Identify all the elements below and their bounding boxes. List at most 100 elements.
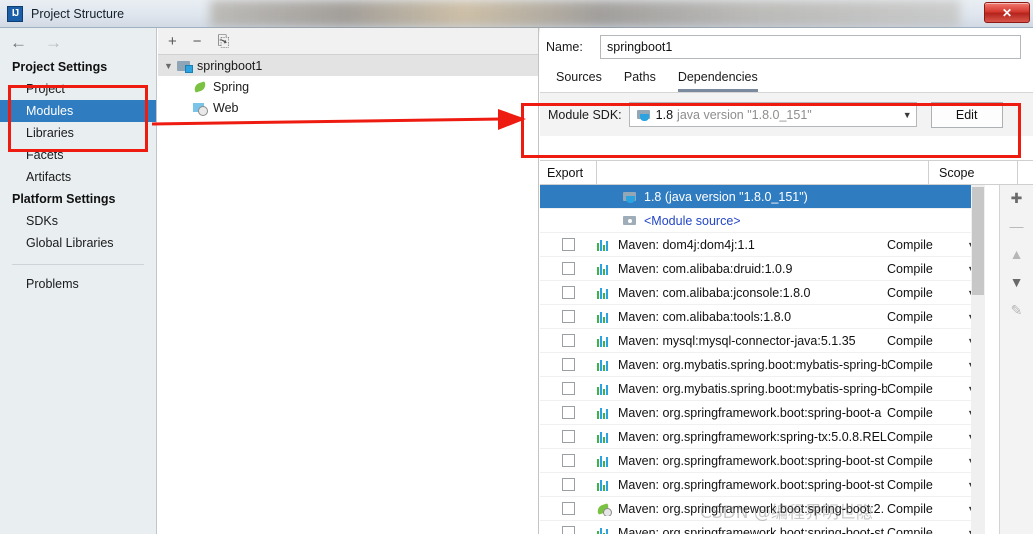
export-checkbox-cell[interactable] xyxy=(540,526,597,534)
export-checkbox-cell[interactable] xyxy=(540,430,597,443)
table-row[interactable]: Maven: com.alibaba:tools:1.8.0Compile▼ xyxy=(540,305,985,329)
tree-row-web-facet[interactable]: Web xyxy=(158,97,538,118)
row-label: Maven: dom4j:dom4j:1.1 xyxy=(618,237,755,252)
table-row[interactable]: Maven: com.alibaba:druid:1.0.9Compile▼ xyxy=(540,257,985,281)
export-checkbox[interactable] xyxy=(562,478,575,491)
sidebar-item-libraries[interactable]: Libraries xyxy=(0,122,156,144)
row-scope-label: Compile xyxy=(887,501,933,516)
remove-module-icon[interactable]: − xyxy=(193,34,202,49)
table-row[interactable]: Maven: org.springframework:spring-tx:5.0… xyxy=(540,425,985,449)
sidebar-group-platform-settings: Platform Settings xyxy=(12,192,116,206)
export-checkbox-cell[interactable] xyxy=(540,310,597,323)
move-up-button[interactable]: ▲ xyxy=(1010,247,1024,261)
edit-dependency-button[interactable]: ✎ xyxy=(1011,303,1023,317)
export-checkbox[interactable] xyxy=(562,526,575,534)
chevron-down-icon[interactable]: ▼ xyxy=(903,110,912,120)
close-icon[interactable]: ✕ xyxy=(984,2,1030,23)
row-name-cell: Maven: org.springframework.boot:spring-b… xyxy=(597,454,887,468)
dependencies-table-body[interactable]: 1.8 (java version "1.8.0_151") <Module so… xyxy=(540,185,985,534)
header-filler xyxy=(1017,161,1033,184)
sidebar-item-facets[interactable]: Facets xyxy=(0,144,156,166)
column-header-name xyxy=(597,161,929,184)
row-scope-label: Compile xyxy=(887,237,933,252)
chevron-down-icon[interactable]: ▼ xyxy=(164,61,177,71)
sidebar-item-project[interactable]: Project xyxy=(0,78,156,100)
tab-sources[interactable]: Sources xyxy=(556,70,602,92)
row-label: Maven: com.alibaba:jconsole:1.8.0 xyxy=(618,285,811,300)
jar-icon xyxy=(597,455,612,467)
export-checkbox[interactable] xyxy=(562,262,575,275)
module-name-label: Name: xyxy=(546,40,583,54)
jar-icon xyxy=(597,407,612,419)
add-dependency-button[interactable]: ✚ xyxy=(1011,191,1023,205)
row-name-cell: Maven: org.springframework.boot:spring-b… xyxy=(597,526,887,534)
export-checkbox[interactable] xyxy=(562,382,575,395)
row-label: Maven: org.mybatis.spring.boot:mybatis-s… xyxy=(618,381,887,396)
export-checkbox-cell[interactable] xyxy=(540,358,597,371)
table-row[interactable]: Maven: com.alibaba:jconsole:1.8.0 Compile… xyxy=(540,281,985,305)
export-checkbox[interactable] xyxy=(562,286,575,299)
export-checkbox-cell[interactable] xyxy=(540,406,597,419)
export-checkbox[interactable] xyxy=(562,334,575,347)
export-checkbox-cell[interactable] xyxy=(540,502,597,515)
row-label: Maven: mysql:mysql-connector-java:5.1.35 xyxy=(618,333,856,348)
sidebar-item-modules[interactable]: Modules xyxy=(0,100,156,122)
copy-module-icon[interactable]: ⎘ xyxy=(218,34,230,49)
edit-sdk-button[interactable]: Edit xyxy=(930,101,1003,128)
table-row[interactable]: Maven: dom4j:dom4j:1.1Compile▼ xyxy=(540,233,985,257)
table-row[interactable]: Maven: org.mybatis.spring.boot:mybatis-s… xyxy=(540,377,985,401)
scrollbar-thumb[interactable] xyxy=(972,187,984,295)
forward-arrow-icon[interactable]: → xyxy=(45,34,62,51)
export-checkbox[interactable] xyxy=(562,430,575,443)
export-checkbox[interactable] xyxy=(562,502,575,515)
row-name-cell: Maven: com.alibaba:tools:1.8.0 xyxy=(597,310,887,324)
module-name-row: Name: springboot1 xyxy=(540,28,1033,66)
row-label: Maven: org.springframework:spring-tx:5.0… xyxy=(618,429,887,444)
tree-row-springboot1[interactable]: ▼ springboot1 xyxy=(158,55,538,76)
table-row[interactable]: Maven: org.springframework.boot:spring-b… xyxy=(540,449,985,473)
row-scope-label: Compile xyxy=(887,525,933,534)
sidebar-item-problems[interactable]: Problems xyxy=(0,273,156,295)
export-checkbox[interactable] xyxy=(562,238,575,251)
add-module-icon[interactable]: + xyxy=(168,34,177,49)
export-checkbox-cell[interactable] xyxy=(540,286,597,299)
move-down-button[interactable]: ▼ xyxy=(1010,275,1024,289)
export-checkbox[interactable] xyxy=(562,358,575,371)
export-checkbox-cell[interactable] xyxy=(540,238,597,251)
module-name-input[interactable]: springboot1 xyxy=(600,35,1021,59)
table-row[interactable]: 1.8 (java version "1.8.0_151") xyxy=(540,185,985,209)
tab-dependencies[interactable]: Dependencies xyxy=(677,70,758,92)
export-checkbox-cell[interactable] xyxy=(540,334,597,347)
table-row[interactable]: Maven: org.mybatis.spring.boot:mybatis-s… xyxy=(540,353,985,377)
table-row[interactable]: Maven: org.springframework.boot:spring-b… xyxy=(540,401,985,425)
dependencies-side-toolbar: ✚ — ▲ ▼ ✎ xyxy=(999,185,1033,534)
export-checkbox-cell[interactable] xyxy=(540,454,597,467)
export-checkbox-cell[interactable] xyxy=(540,382,597,395)
row-scope-label: Compile xyxy=(887,405,933,420)
tree-row-spring-facet[interactable]: Spring xyxy=(158,76,538,97)
sidebar-item-global-libraries[interactable]: Global Libraries xyxy=(0,232,156,254)
table-row[interactable]: <Module source> xyxy=(540,209,985,233)
back-arrow-icon[interactable]: ← xyxy=(10,34,27,51)
module-sdk-dropdown[interactable]: 1.8 java version "1.8.0_151" ▼ xyxy=(628,102,917,127)
export-checkbox-cell[interactable] xyxy=(540,478,597,491)
module-toolbar: + − ⎘ xyxy=(158,28,538,55)
tab-paths[interactable]: Paths xyxy=(624,70,656,92)
module-sdk-label: Module SDK: xyxy=(548,107,622,122)
export-checkbox[interactable] xyxy=(562,454,575,467)
export-checkbox[interactable] xyxy=(562,406,575,419)
sidebar-item-artifacts[interactable]: Artifacts xyxy=(0,166,156,188)
row-label: Maven: org.springframework.boot:spring-b… xyxy=(618,405,882,420)
export-checkbox[interactable] xyxy=(562,310,575,323)
module-list-panel: + − ⎘ ▼ springboot1 Spring Web xyxy=(158,28,539,534)
table-row[interactable]: Maven: org.springframework.boot:spring-b… xyxy=(540,473,985,497)
export-checkbox-cell[interactable] xyxy=(540,262,597,275)
sidebar-item-sdks[interactable]: SDKs xyxy=(0,210,156,232)
remove-dependency-button[interactable]: — xyxy=(1010,219,1024,233)
row-label: Maven: org.springframework.boot:spring-b… xyxy=(618,525,885,534)
row-label: 1.8 (java version "1.8.0_151") xyxy=(644,189,808,204)
row-name-cell: Maven: com.alibaba:druid:1.0.9 xyxy=(597,262,887,276)
table-row[interactable]: Maven: mysql:mysql-connector-java:5.1.35… xyxy=(540,329,985,353)
row-scope-label: Compile xyxy=(887,453,933,468)
dependencies-scrollbar[interactable] xyxy=(971,185,985,534)
